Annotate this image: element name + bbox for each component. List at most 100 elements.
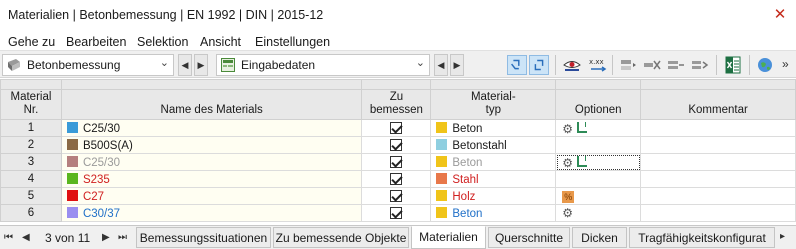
table-row[interactable]: 5 C27 Holz%	[0, 187, 796, 205]
comment-cell[interactable]	[640, 170, 796, 188]
design-checkbox-cell[interactable]	[361, 187, 432, 205]
material-type-cell[interactable]: Holz	[430, 187, 557, 205]
gear-icon[interactable]: ⚙	[562, 123, 573, 135]
table-row[interactable]: 1 C25/30 Beton ⚙	[0, 119, 796, 137]
options-cell[interactable]: ⚙	[555, 119, 642, 137]
tab-objects-to-design[interactable]: Zu bemessende Objekte	[273, 227, 409, 248]
row-number: 4	[0, 170, 62, 188]
material-type-cell[interactable]: Beton	[430, 119, 557, 137]
column-header-name[interactable]: Name des Materials	[60, 89, 363, 120]
menu-settings[interactable]: Einstellungen	[255, 35, 330, 49]
design-checkbox-cell[interactable]	[361, 119, 432, 137]
gear-icon[interactable]: ⚙	[562, 207, 573, 219]
material-name-cell[interactable]: C27	[60, 187, 363, 205]
menu-edit[interactable]: Bearbeiten	[66, 35, 126, 49]
materials-table: Material Nr. Name des Materials Zu bemesse…	[0, 79, 796, 225]
table-row[interactable]: 4 S235 Stahl	[0, 170, 796, 188]
material-color-swatch	[66, 172, 78, 184]
tab-ultimate-configurations[interactable]: Tragfähigkeitskonfigurat	[629, 227, 775, 248]
table-row[interactable]: 2 B500S(A) Betonstahl	[0, 136, 796, 154]
tab-cross-sections[interactable]: Querschnitte	[488, 227, 570, 248]
design-checkbox[interactable]	[390, 189, 403, 202]
material-name-cell[interactable]: C25/30	[60, 119, 363, 137]
beam-icon[interactable]	[577, 155, 588, 167]
tab-thicknesses[interactable]: Dicken	[572, 227, 627, 248]
prev-module-button[interactable]: ◀	[178, 54, 192, 76]
next-module-button[interactable]: ▶	[194, 54, 208, 76]
menu-goto[interactable]: Gehe zu	[8, 35, 55, 49]
row-number: 5	[0, 187, 62, 205]
design-checkbox-cell[interactable]	[361, 136, 432, 154]
gear-icon[interactable]: ⚙	[562, 157, 573, 169]
comment-cell[interactable]	[640, 187, 796, 205]
options-cell[interactable]	[555, 136, 642, 154]
material-type: Beton	[452, 156, 483, 169]
toolbar-overflow-button[interactable]: »	[782, 57, 789, 71]
design-checkbox[interactable]	[390, 155, 403, 168]
design-checkbox-cell[interactable]	[361, 153, 432, 171]
chevron-down-icon: ⌄	[415, 57, 425, 69]
comment-cell[interactable]	[640, 204, 796, 222]
options-cell[interactable]: ⚙	[555, 204, 642, 222]
excel-icon[interactable]	[723, 55, 743, 75]
material-type: Holz	[452, 190, 476, 203]
column-header-options[interactable]: Optionen	[555, 89, 642, 120]
first-page-button[interactable]: ⏮	[4, 232, 13, 243]
column-header-comment[interactable]: Kommentar	[640, 89, 796, 120]
globe-icon[interactable]	[755, 55, 775, 75]
column-header-design[interactable]: Zu bemessen	[361, 89, 432, 120]
tab-materials[interactable]: Materialien	[411, 226, 486, 249]
row-number: 1	[0, 119, 62, 137]
xxx-icon[interactable]: x.xx	[588, 55, 608, 75]
deselect-icon[interactable]	[529, 55, 549, 75]
beam-icon[interactable]	[577, 121, 588, 133]
options-cell[interactable]: ⚙	[555, 153, 642, 171]
comment-cell[interactable]	[640, 153, 796, 171]
material-name-cell[interactable]: S235	[60, 170, 363, 188]
last-page-button[interactable]: ⏭	[118, 232, 127, 243]
material-name: B500S(A)	[82, 139, 133, 152]
material-name: C27	[82, 190, 105, 203]
next-page-button[interactable]: ▶	[450, 54, 464, 76]
close-icon[interactable]: ✕	[770, 5, 790, 25]
material-type-cell[interactable]: Beton	[430, 153, 557, 171]
tabs-scroll-right-button[interactable]: ▸	[780, 231, 785, 242]
table-row[interactable]: 3 C25/30 Beton ⚙	[0, 153, 796, 171]
options-cell[interactable]: %	[555, 187, 642, 205]
design-checkbox-cell[interactable]	[361, 170, 432, 188]
design-checkbox[interactable]	[390, 121, 403, 134]
column-header-nr[interactable]: Material Nr.	[0, 89, 62, 120]
select-icon[interactable]	[507, 55, 527, 75]
table-row[interactable]: 6 C30/37 Beton ⚙	[0, 204, 796, 222]
material-type-cell[interactable]: Stahl	[430, 170, 557, 188]
move-down-icon[interactable]	[690, 55, 710, 75]
menu-view[interactable]: Ansicht	[200, 35, 241, 49]
data-combo[interactable]: Eingabedaten ⌄	[216, 54, 430, 76]
design-checkbox-cell[interactable]	[361, 204, 432, 222]
comment-cell[interactable]	[640, 136, 796, 154]
material-type-swatch	[436, 172, 448, 184]
prev-page-button[interactable]: ◀	[434, 54, 448, 76]
delete-row-icon[interactable]	[642, 55, 662, 75]
module-combo[interactable]: Betonbemessung ⌄	[2, 54, 174, 76]
percent-icon[interactable]: %	[562, 190, 575, 203]
design-checkbox[interactable]	[390, 138, 403, 151]
prev-page-button[interactable]: ◀	[22, 232, 30, 243]
material-name-cell[interactable]: C30/37	[60, 204, 363, 222]
material-name-cell[interactable]: C25/30	[60, 153, 363, 171]
material-name-cell[interactable]: B500S(A)	[60, 136, 363, 154]
insert-row-icon[interactable]	[618, 55, 638, 75]
page-indicator: 3 von 11	[45, 231, 91, 245]
tab-design-situations[interactable]: Bemessungssituationen	[136, 227, 271, 248]
options-cell[interactable]	[555, 170, 642, 188]
move-up-icon[interactable]	[666, 55, 686, 75]
material-type-cell[interactable]: Betonstahl	[430, 136, 557, 154]
comment-cell[interactable]	[640, 119, 796, 137]
menu-selection[interactable]: Selektion	[137, 35, 188, 49]
design-checkbox[interactable]	[390, 206, 403, 219]
material-type-cell[interactable]: Beton	[430, 204, 557, 222]
design-checkbox[interactable]	[390, 172, 403, 185]
eye-icon[interactable]	[562, 55, 582, 75]
next-page-button[interactable]: ▶	[102, 232, 110, 243]
column-header-type[interactable]: Material-typ	[430, 89, 557, 120]
